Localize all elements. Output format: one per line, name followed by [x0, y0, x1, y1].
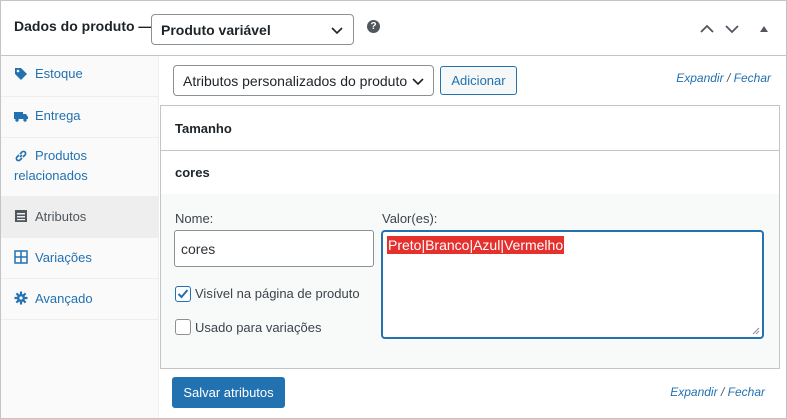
tab-atributos[interactable]: Atributos — [1, 197, 158, 238]
gear-icon — [14, 291, 28, 305]
grid-icon — [14, 250, 28, 264]
expand-separator: / — [720, 385, 725, 399]
panel-title: Dados do produto — — [14, 18, 153, 34]
expand-link[interactable]: Expandir — [676, 71, 723, 85]
expand-separator: / — [726, 71, 731, 85]
chevron-down-icon — [331, 27, 343, 35]
tag-icon — [15, 68, 27, 80]
attributes-panel: Atributos personalizados do produto Adic… — [160, 56, 786, 418]
tab-label-line2: relacionados — [14, 168, 88, 183]
close-link[interactable]: Fechar — [734, 71, 771, 85]
tab-label-line1: Produtos — [35, 148, 88, 163]
attribute-values-textarea[interactable]: Preto|Branco|Azul|Vermelho — [381, 230, 764, 339]
attribute-name-value: cores — [181, 241, 216, 257]
name-label: Nome: — [175, 211, 214, 226]
product-data-tabs: Estoque Entrega Produtos relacionados At… — [1, 56, 159, 418]
tab-label: Entrega — [35, 108, 81, 123]
tab-label: Avançado — [35, 291, 93, 306]
collapse-triangle-icon[interactable] — [758, 23, 770, 35]
tab-label: Atributos — [35, 209, 87, 224]
product-type-value: Produto variável — [161, 22, 271, 38]
tab-label: Estoque — [35, 66, 83, 81]
question-circle-icon[interactable]: ? — [367, 20, 380, 33]
attribute-type-value: Atributos personalizados do produto — [183, 73, 408, 89]
selected-values-text: Preto|Branco|Azul|Vermelho — [387, 236, 565, 254]
variations-label: Usado para variações — [195, 320, 322, 335]
truck-icon — [14, 112, 28, 122]
resize-grip-icon[interactable] — [752, 327, 760, 335]
attribute-name-input[interactable]: cores — [174, 230, 374, 267]
tab-produtos-relacionados[interactable]: Produtos relacionados — [1, 138, 158, 197]
visible-checkbox[interactable] — [175, 286, 191, 302]
values-label: Valor(es): — [382, 211, 438, 226]
attribute-cores-header[interactable]: cores — [160, 150, 780, 195]
tab-entrega[interactable]: Entrega — [1, 97, 158, 138]
list-view-icon — [15, 210, 27, 222]
variations-checkbox[interactable] — [175, 319, 191, 335]
product-type-select[interactable]: Produto variável — [151, 14, 354, 45]
attribute-tamanho[interactable]: Tamanho — [160, 105, 780, 151]
tab-estoque[interactable]: Estoque — [1, 56, 158, 97]
expand-collapse-top: Expandir / Fechar — [676, 71, 771, 85]
expand-link[interactable]: Expandir — [670, 385, 717, 399]
checkmark-icon — [177, 289, 189, 299]
add-attribute-button[interactable]: Adicionar — [440, 66, 517, 95]
attributes-footer: Salvar atributos Expandir / Fechar — [160, 368, 780, 418]
attribute-type-select[interactable]: Atributos personalizados do produto — [173, 65, 434, 96]
tab-label: Variações — [35, 250, 92, 265]
attribute-title: Tamanho — [175, 121, 232, 136]
chevron-down-icon[interactable] — [724, 21, 740, 37]
close-link[interactable]: Fechar — [728, 385, 765, 399]
expand-collapse-bottom: Expandir / Fechar — [670, 385, 765, 399]
chevron-down-icon — [412, 78, 424, 86]
tab-variacoes[interactable]: Variações — [1, 238, 158, 279]
link-icon — [15, 150, 27, 162]
attribute-title: cores — [175, 165, 210, 180]
attribute-cores-body: Nome: Valor(es): cores Preto|Branco|Azul… — [160, 194, 780, 368]
visible-label: Visível na página de produto — [195, 286, 360, 301]
panel-header: Dados do produto — Produto variável ? — [1, 1, 786, 56]
product-data-panel: Dados do produto — Produto variável ? Es… — [0, 0, 787, 419]
chevron-up-icon[interactable] — [699, 21, 715, 37]
save-attributes-button[interactable]: Salvar atributos — [172, 377, 285, 408]
tab-avancado[interactable]: Avançado — [1, 279, 158, 320]
